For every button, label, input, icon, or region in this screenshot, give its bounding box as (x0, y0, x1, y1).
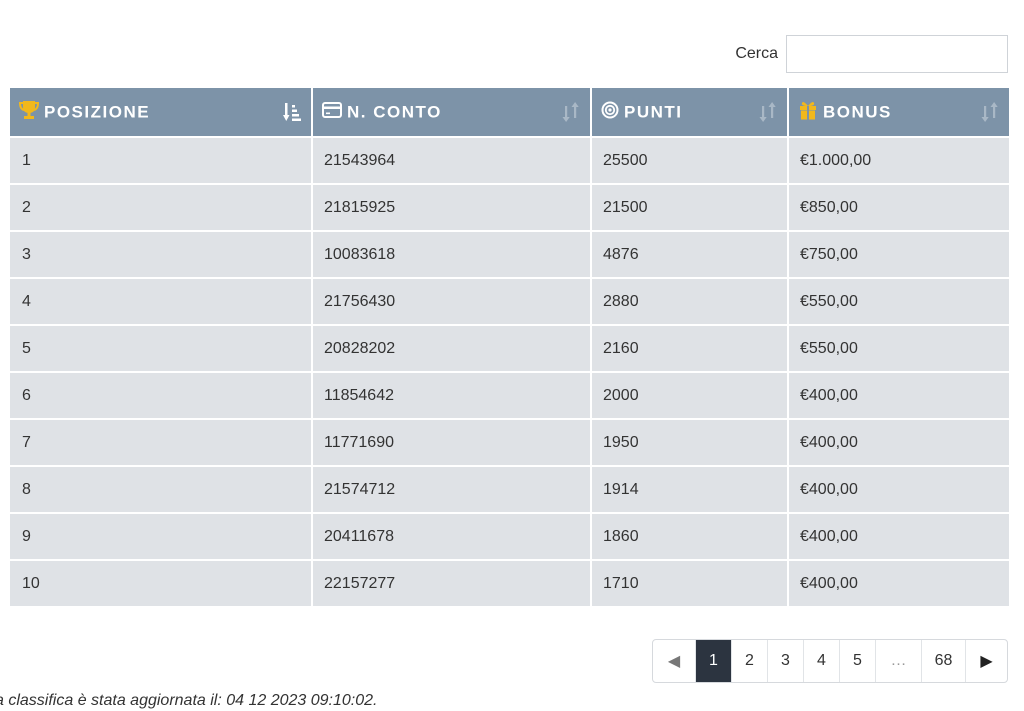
cell-bonus: €550,00 (789, 277, 1009, 324)
cell-bonus: €550,00 (789, 324, 1009, 371)
column-label-bonus: BONUS (823, 102, 892, 121)
cell-punti: 1710 (592, 559, 789, 606)
page-button-2[interactable]: 2 (731, 640, 767, 682)
table-row: 2 21815925 21500 €850,00 (10, 183, 1009, 230)
search-box: Cerca (735, 35, 1008, 73)
cell-posizione: 7 (10, 418, 313, 465)
page-button-4[interactable]: 4 (803, 640, 839, 682)
cell-posizione: 5 (10, 324, 313, 371)
cell-posizione: 8 (10, 465, 313, 512)
cell-conto: 11771690 (313, 418, 592, 465)
ranking-table: POSIZIONE N. CONTO PUNTI BONUS 1 2154396… (10, 88, 1009, 606)
cell-conto: 20411678 (313, 512, 592, 559)
page-button-5[interactable]: 5 (839, 640, 875, 682)
table-row: 5 20828202 2160 €550,00 (10, 324, 1009, 371)
credit-card-icon (321, 100, 343, 125)
table-row: 4 21756430 2880 €550,00 (10, 277, 1009, 324)
cell-punti: 1950 (592, 418, 789, 465)
cell-bonus: €1.000,00 (789, 136, 1009, 183)
cell-conto: 21543964 (313, 136, 592, 183)
cell-conto: 21574712 (313, 465, 592, 512)
sort-icon[interactable] (981, 102, 999, 122)
table-header-row: POSIZIONE N. CONTO PUNTI BONUS (10, 88, 1009, 136)
column-label-punti: PUNTI (624, 102, 683, 121)
table-row: 7 11771690 1950 €400,00 (10, 418, 1009, 465)
cell-posizione: 4 (10, 277, 313, 324)
last-updated-note: a classifica è stata aggiornata il: 04 1… (0, 692, 378, 709)
pagination: ◀ 1 2 3 4 5 … 68 ▶ (652, 639, 1008, 683)
next-page-button[interactable]: ▶ (965, 640, 1007, 682)
column-header-bonus[interactable]: BONUS (789, 88, 1009, 136)
cell-bonus: €400,00 (789, 512, 1009, 559)
cell-conto: 10083618 (313, 230, 592, 277)
target-icon (600, 100, 620, 125)
cell-bonus: €850,00 (789, 183, 1009, 230)
column-header-punti[interactable]: PUNTI (592, 88, 789, 136)
cell-bonus: €400,00 (789, 559, 1009, 606)
cell-posizione: 3 (10, 230, 313, 277)
column-header-conto[interactable]: N. CONTO (313, 88, 592, 136)
page-button-1[interactable]: 1 (695, 640, 731, 682)
column-header-posizione[interactable]: POSIZIONE (10, 88, 313, 136)
previous-page-button[interactable]: ◀ (653, 640, 695, 682)
sort-icon[interactable] (562, 102, 580, 122)
cell-punti: 2160 (592, 324, 789, 371)
sort-icon[interactable] (759, 102, 777, 122)
cell-bonus: €400,00 (789, 418, 1009, 465)
cell-punti: 21500 (592, 183, 789, 230)
cell-conto: 20828202 (313, 324, 592, 371)
cell-posizione: 9 (10, 512, 313, 559)
cell-posizione: 6 (10, 371, 313, 418)
cell-punti: 1860 (592, 512, 789, 559)
table-row: 9 20411678 1860 €400,00 (10, 512, 1009, 559)
cell-posizione: 1 (10, 136, 313, 183)
pagination-ellipsis: … (875, 640, 921, 682)
page-button-3[interactable]: 3 (767, 640, 803, 682)
table-row: 8 21574712 1914 €400,00 (10, 465, 1009, 512)
cell-bonus: €400,00 (789, 465, 1009, 512)
search-input[interactable] (786, 35, 1008, 73)
cell-posizione: 2 (10, 183, 313, 230)
cell-punti: 4876 (592, 230, 789, 277)
cell-bonus: €400,00 (789, 371, 1009, 418)
table-row: 1 21543964 25500 €1.000,00 (10, 136, 1009, 183)
table-row: 6 11854642 2000 €400,00 (10, 371, 1009, 418)
cell-punti: 2880 (592, 277, 789, 324)
trophy-icon (18, 99, 40, 126)
page-button-last[interactable]: 68 (921, 640, 965, 682)
cell-conto: 22157277 (313, 559, 592, 606)
cell-bonus: €750,00 (789, 230, 1009, 277)
cell-punti: 25500 (592, 136, 789, 183)
column-label-conto: N. CONTO (347, 102, 442, 121)
cell-conto: 21815925 (313, 183, 592, 230)
cell-conto: 21756430 (313, 277, 592, 324)
column-label-posizione: POSIZIONE (44, 102, 151, 121)
cell-posizione: 10 (10, 559, 313, 606)
table-row: 3 10083618 4876 €750,00 (10, 230, 1009, 277)
search-label: Cerca (735, 45, 778, 62)
cell-punti: 2000 (592, 371, 789, 418)
gift-icon (797, 99, 819, 126)
cell-punti: 1914 (592, 465, 789, 512)
table-row: 10 22157277 1710 €400,00 (10, 559, 1009, 606)
cell-conto: 11854642 (313, 371, 592, 418)
sort-ascending-icon[interactable] (283, 102, 301, 122)
